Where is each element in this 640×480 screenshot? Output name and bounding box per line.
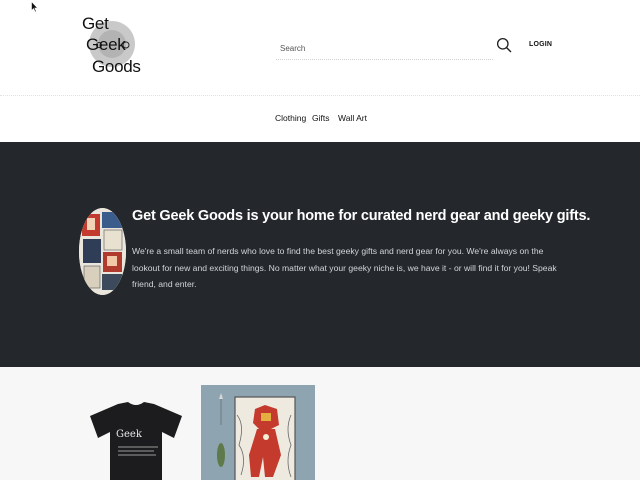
hero-title: Get Geek Goods is your home for curated … [132,208,591,224]
logo-line-goods: Goods [92,57,141,76]
logo-line-get: Get [82,14,109,33]
nav-item-clothing[interactable]: Clothing [275,113,306,123]
mouse-cursor-icon [31,1,39,13]
product-grid: Geek [0,367,640,480]
logo-line-geek: Geek [86,35,126,54]
product-card-geek-shirt[interactable]: Geek [88,402,184,480]
nav-item-wall-art[interactable]: Wall Art [338,113,367,123]
search-icon[interactable] [496,37,512,53]
search-bar [276,36,493,60]
site-logo[interactable]: Get Geek Goods [78,12,141,78]
hero-section: Get Geek Goods is your home for curated … [0,142,640,367]
hero-collage-image [79,208,126,295]
geek-tshirt-image [90,402,182,480]
comic-collage-graphic [79,208,126,295]
site-header: Get Geek Goods LOGIN [0,0,640,95]
hero-description: We're a small team of nerds who love to … [132,246,557,289]
product-card-iron-man-art[interactable] [201,385,315,480]
shirt-print-text: Geek [116,429,142,440]
search-input[interactable] [280,40,480,56]
main-nav: Clothing Gifts Wall Art [0,96,640,141]
nav-item-gifts[interactable]: Gifts [312,113,329,123]
login-link[interactable]: LOGIN [529,41,552,48]
iron-man-poster-image [201,385,315,480]
